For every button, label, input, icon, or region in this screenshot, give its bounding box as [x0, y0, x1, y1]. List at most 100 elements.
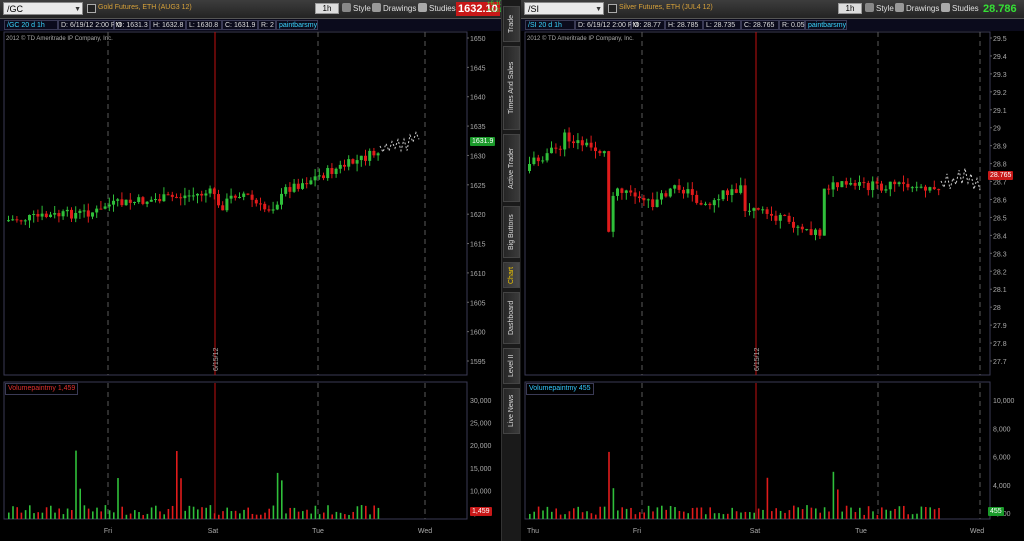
volume-bar: [121, 506, 123, 519]
silver-price-chart[interactable]: 29.5 29.4 29.3 29.2 29.1 29 28.9 28.8 28.7 28.6 28…: [521, 31, 1024, 541]
candle-body: [686, 189, 690, 194]
candle-body: [721, 190, 725, 200]
candle-body: [875, 181, 879, 184]
volume-bar: [559, 514, 562, 519]
candle-body: [822, 188, 826, 236]
volume-bar: [113, 512, 115, 519]
chevron-down-icon[interactable]: ▼: [595, 3, 602, 16]
volume-bar: [75, 450, 77, 519]
timeframe-button-gold[interactable]: 1h: [315, 3, 339, 14]
volume-bar: [268, 508, 270, 519]
time-axis-tick: Wed: [418, 528, 432, 535]
time-axis-tick: Tue: [855, 528, 867, 535]
candle-body: [275, 204, 279, 210]
volume-bar: [234, 510, 237, 519]
drawings-button-gold[interactable]: Drawings: [372, 3, 416, 15]
candle-body: [836, 182, 839, 188]
price-panel-frame: [524, 31, 991, 376]
tab-trade[interactable]: Trade: [503, 6, 520, 42]
candle-body: [112, 200, 115, 205]
tab-live-news[interactable]: Live News: [503, 388, 520, 434]
candle-body: [611, 195, 615, 232]
volume-bar: [894, 508, 896, 519]
volume-bar: [264, 512, 266, 519]
volume-bar: [551, 511, 553, 519]
silver-info-open: O: 28.77: [631, 20, 665, 30]
volume-bar: [239, 513, 241, 519]
candle-body: [137, 197, 141, 202]
candle-body: [761, 209, 765, 211]
volume-panel-frame: [3, 381, 468, 520]
volume-bar: [66, 508, 69, 519]
symbol-input-silver[interactable]: /SI ▼: [524, 2, 604, 15]
candle-body: [191, 195, 195, 197]
candle-body: [95, 208, 99, 213]
volume-bar: [696, 507, 698, 519]
studies-button-gold[interactable]: Studies: [418, 3, 456, 15]
price-axis-tick: 27.8: [993, 341, 1007, 348]
candle-body: [322, 175, 325, 179]
candle-body: [739, 185, 743, 193]
candle-body: [910, 187, 914, 189]
candle-body: [229, 195, 233, 199]
candle-body: [309, 180, 313, 185]
volume-bar: [339, 512, 342, 519]
volume-bar: [87, 508, 90, 519]
candle-body: [589, 142, 593, 148]
time-axis-tick: Fri: [104, 528, 113, 535]
candle-body: [673, 185, 677, 189]
candle-body: [664, 193, 668, 197]
studies-button-silver[interactable]: Studies: [941, 3, 979, 15]
drawings-button-silver[interactable]: Drawings: [895, 3, 939, 15]
style-button-gold[interactable]: Style: [342, 3, 371, 15]
volume-bar: [285, 513, 287, 519]
volume-bar: [171, 505, 174, 519]
volume-bar: [872, 511, 874, 519]
gold-price-chart[interactable]: 1650 1645 1640 1635 1630 1625 1620 1615 1610 1605…: [0, 31, 501, 541]
candle-body: [204, 193, 208, 196]
volume-bar: [595, 514, 597, 519]
style-button-silver[interactable]: Style: [865, 3, 894, 15]
tab-dashboard[interactable]: Dashboard: [503, 292, 520, 344]
volume-bar: [885, 509, 887, 519]
link-icon[interactable]: [87, 4, 96, 13]
candle-body: [280, 193, 283, 205]
volume-bar: [230, 511, 233, 519]
volume-bar: [810, 507, 813, 519]
volume-bar: [797, 507, 799, 519]
chevron-down-icon[interactable]: ▼: [74, 3, 81, 16]
price-axis-tick: 27.9: [993, 323, 1007, 330]
volume-bar: [213, 513, 216, 519]
volume-bar: [683, 511, 685, 519]
tab-times-and-sales[interactable]: Times And Sales: [503, 46, 520, 130]
volume-bar: [79, 488, 81, 519]
volume-bar: [310, 513, 312, 519]
candle-body: [158, 199, 162, 202]
candle-body: [844, 181, 848, 185]
candle-body: [61, 211, 65, 217]
tab-active-trader[interactable]: Active Trader: [503, 134, 520, 202]
silver-info-bar: /SI 20 d 1h D: 6/19/12 2:00 PM O: 28.77 …: [521, 19, 1024, 31]
volume-bar: [590, 513, 593, 519]
candle-body: [726, 190, 729, 196]
link-icon[interactable]: [608, 4, 617, 13]
gold-info-low: L: 1630.8: [186, 20, 222, 30]
timeframe-button-silver[interactable]: 1h: [838, 3, 862, 14]
candle-body: [359, 155, 363, 161]
tab-chart[interactable]: Chart: [503, 262, 520, 288]
candle-body: [166, 194, 170, 196]
candle-body: [734, 189, 738, 193]
style-icon: [342, 3, 351, 12]
symbol-input-gold[interactable]: /GC ▼: [3, 2, 83, 15]
candle-body: [86, 210, 90, 217]
candle-body: [259, 203, 262, 205]
candle-body: [313, 176, 317, 181]
candle-body: [668, 188, 672, 197]
volume-bar: [933, 509, 936, 519]
tab-big-buttons[interactable]: Big Buttons: [503, 206, 520, 258]
candle-body: [594, 147, 597, 152]
volume-bar: [129, 513, 132, 519]
volume-bar: [881, 507, 883, 519]
tab-level-ii[interactable]: Level II: [503, 348, 520, 384]
candle-body: [351, 159, 355, 164]
